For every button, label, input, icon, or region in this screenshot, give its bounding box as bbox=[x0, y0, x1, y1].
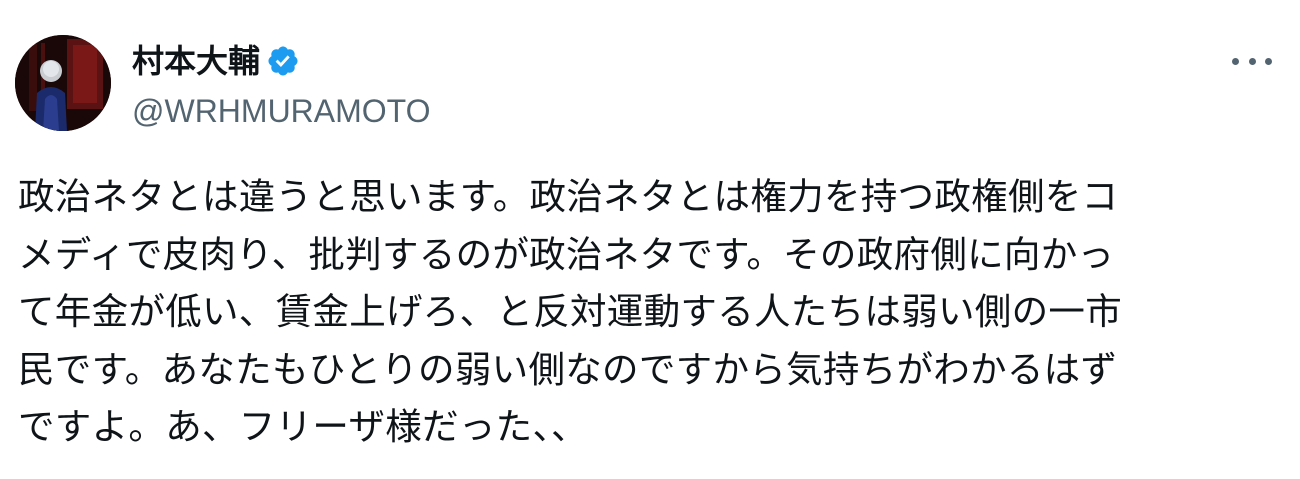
display-name[interactable]: 村本大輔 bbox=[132, 38, 260, 84]
more-dot bbox=[1232, 57, 1239, 65]
tweet-text-line: て年金が低い、賃金上げろ、と反対運動する人たちは弱い側の一市 bbox=[18, 290, 1122, 333]
tweet-text-line: 政治ネタとは違うと思います。政治ネタとは権力を持つ政権側をコ bbox=[18, 175, 1119, 218]
tweet-card: 村本大輔 @WRHMURAMOTO 政治ネタとは違うと思います。政治ネタとは権力… bbox=[0, 0, 1300, 479]
tweet-text-line: 民です。あなたもひとりの弱い側なのですから気持ちがわかるはず bbox=[18, 347, 1118, 391]
more-dot bbox=[1265, 57, 1272, 65]
avatar[interactable] bbox=[15, 35, 111, 131]
more-icon[interactable] bbox=[1232, 46, 1272, 76]
avatar-photo-icon bbox=[15, 35, 111, 131]
verified-badge-icon bbox=[266, 44, 300, 78]
more-dot bbox=[1248, 57, 1256, 65]
tweet-text-line: ですよ。あ、フリーザ様だった、、 bbox=[18, 405, 588, 448]
tweet-text: 政治ネタとは違うと思います。政治ネタとは権力を持つ政権側をコ メディで皮肉り、批… bbox=[18, 168, 1288, 456]
author-handle[interactable]: @WRHMURAMOTO bbox=[132, 88, 431, 134]
tweet-text-line: メディで皮肉り、批判するのが政治ネタです。その政府側に向かっ bbox=[18, 232, 1115, 276]
author-name-row[interactable]: 村本大輔 bbox=[132, 38, 300, 84]
